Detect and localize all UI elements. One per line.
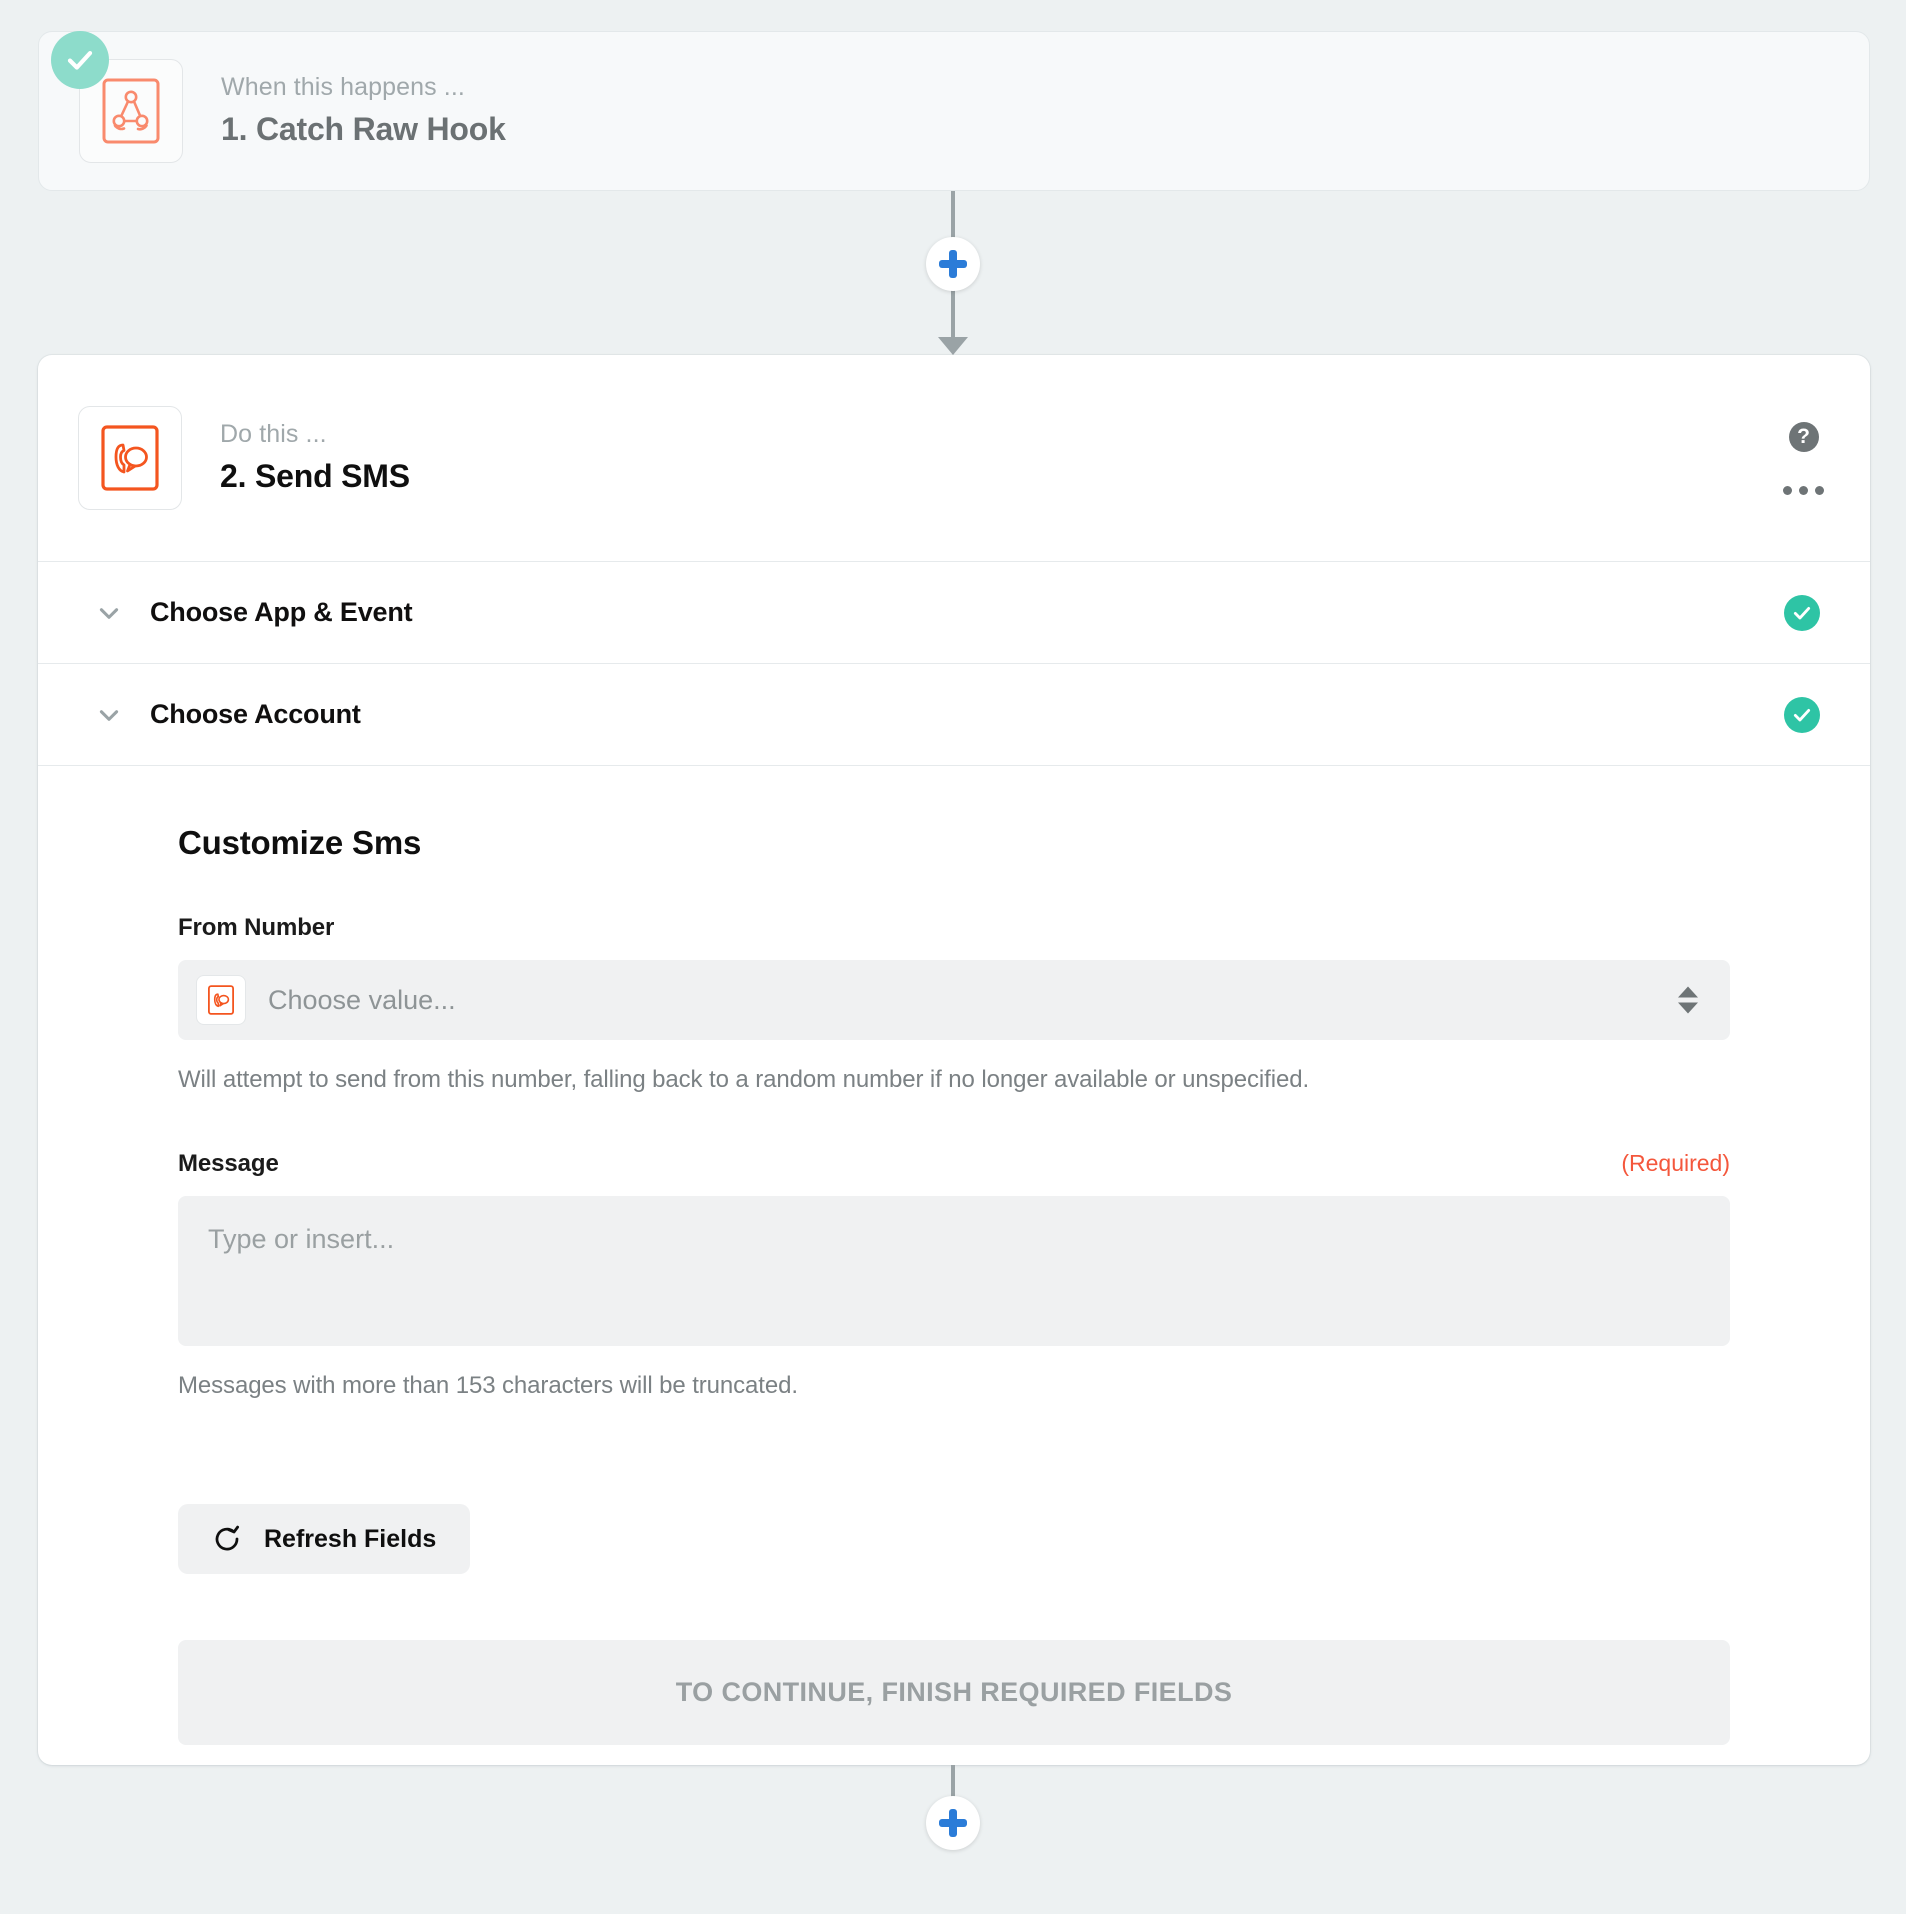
customize-sms-form: Customize Sms From Number Choose value..… <box>38 766 1870 1745</box>
connector-bottom <box>0 1765 1906 1914</box>
check-circle-icon <box>1784 594 1820 631</box>
step-2-title: 2. Send SMS <box>220 458 410 495</box>
from-number-label: From Number <box>178 914 335 941</box>
plus-icon <box>939 1809 967 1837</box>
connector-top <box>0 191 1906 355</box>
step-2-card: Do this ... 2. Send SMS ? Choose App & E… <box>38 355 1870 1765</box>
from-number-select[interactable]: Choose value... <box>178 960 1730 1040</box>
required-badge: (Required) <box>1621 1150 1730 1176</box>
message-field-group: Message (Required) Type or insert... Mes… <box>178 1150 1730 1400</box>
check-circle-icon <box>1784 696 1820 733</box>
step-1-title: 1. Catch Raw Hook <box>221 111 506 148</box>
form-title: Customize Sms <box>178 824 422 861</box>
step-2-header[interactable]: Do this ... 2. Send SMS ? <box>38 355 1870 562</box>
refresh-fields-button[interactable]: Refresh Fields <box>178 1504 471 1574</box>
section-label: Choose Account <box>150 699 361 729</box>
from-number-field-group: From Number Choose value... Will attempt… <box>178 914 1730 1094</box>
add-step-button-bottom[interactable] <box>926 1796 980 1850</box>
message-label: Message <box>178 1150 279 1177</box>
sort-arrows-icon[interactable] <box>1678 986 1698 1014</box>
refresh-fields-label: Refresh Fields <box>264 1524 437 1553</box>
sms-icon <box>101 425 159 491</box>
webhook-icon <box>102 78 160 144</box>
chevron-down-icon <box>99 709 119 721</box>
from-number-helper-text: Will attempt to send from this number, f… <box>178 1066 1310 1093</box>
step-1-card[interactable]: When this happens ... 1. Catch Raw Hook <box>38 31 1870 191</box>
question-circle-icon[interactable]: ? <box>1788 421 1819 452</box>
step-2-app-tile <box>78 406 182 510</box>
ellipsis-icon[interactable] <box>1783 485 1824 495</box>
message-helper-text: Messages with more than 153 characters w… <box>178 1372 798 1399</box>
continue-button[interactable]: TO CONTINUE, FINISH REQUIRED FIELDS <box>178 1640 1730 1745</box>
section-choose-app-and-event[interactable]: Choose App & Event <box>38 562 1870 664</box>
add-step-button-top[interactable] <box>926 237 980 291</box>
step-1-app-tile <box>51 31 183 163</box>
section-label: Choose App & Event <box>150 597 413 627</box>
plus-icon <box>939 250 967 278</box>
step-1-eyebrow: When this happens ... <box>221 72 465 101</box>
chevron-down-icon <box>99 607 119 619</box>
continue-button-label: TO CONTINUE, FINISH REQUIRED FIELDS <box>675 1677 1233 1707</box>
section-choose-account[interactable]: Choose Account <box>38 664 1870 766</box>
message-input[interactable]: Type or insert... <box>178 1196 1730 1346</box>
message-placeholder: Type or insert... <box>208 1224 395 1254</box>
zap-editor-page: When this happens ... 1. Catch Raw Hook <box>0 0 1906 1914</box>
step-2-eyebrow: Do this ... <box>220 419 327 448</box>
connector-arrowhead <box>938 337 968 355</box>
from-number-placeholder: Choose value... <box>268 984 456 1015</box>
sms-icon <box>196 975 246 1025</box>
refresh-icon <box>215 1525 239 1551</box>
check-circle-icon <box>51 31 109 89</box>
